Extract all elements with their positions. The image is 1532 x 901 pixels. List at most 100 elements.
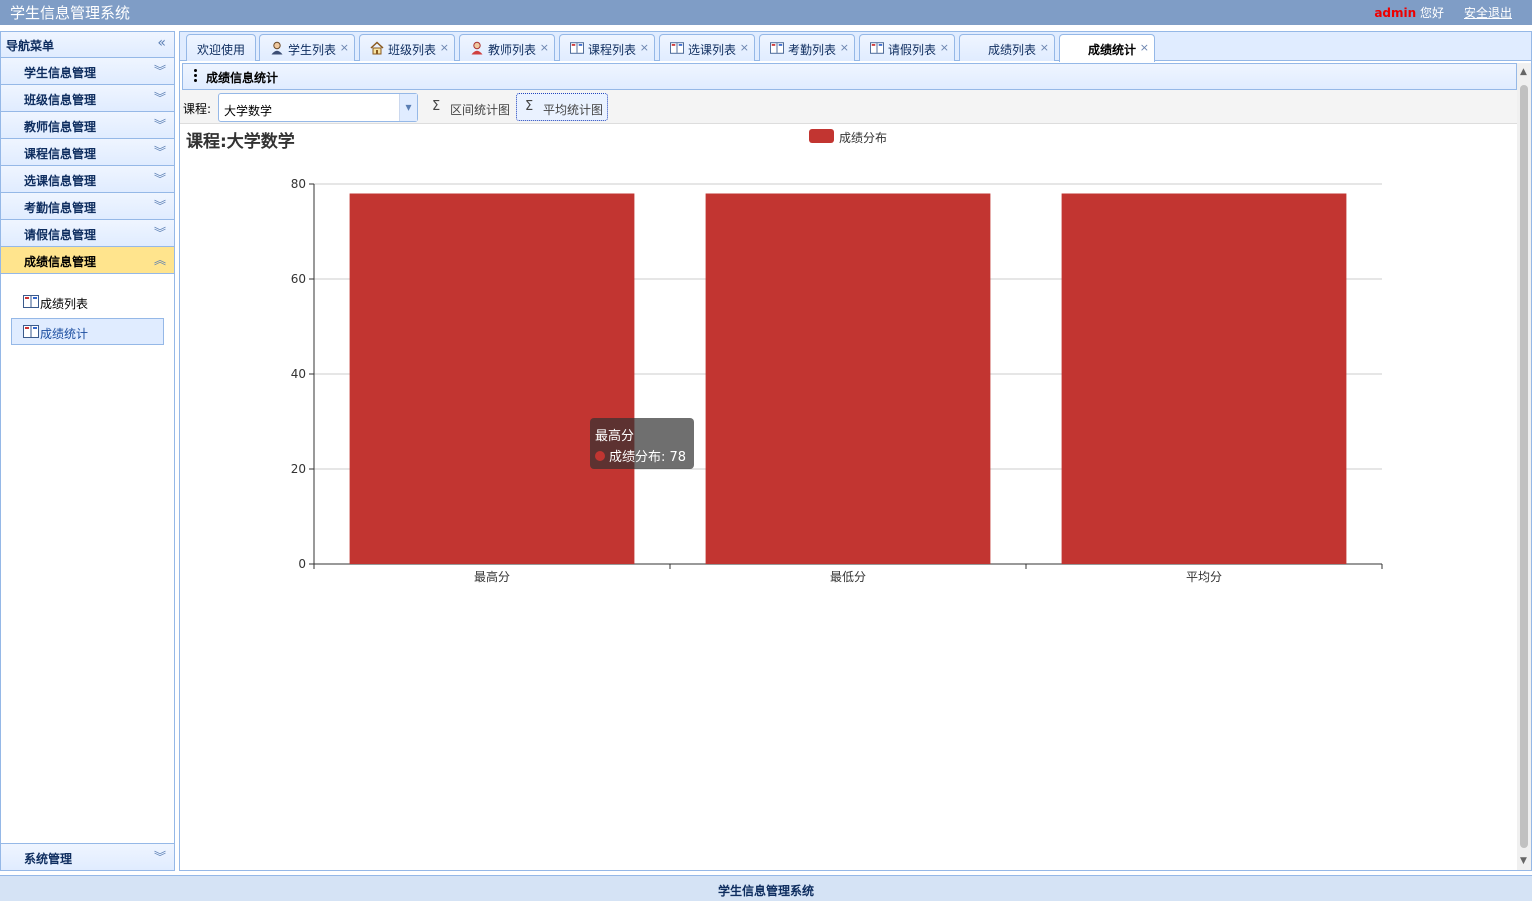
tab-label: 成绩列表 bbox=[988, 43, 1037, 57]
tab-welcome[interactable]: 欢迎使用 bbox=[186, 34, 256, 61]
close-icon[interactable]: × bbox=[1140, 41, 1149, 54]
scroll-up-icon[interactable]: ▲ bbox=[1520, 67, 1527, 77]
chart-area: 0 20 40 60 80 最高分 最低分 平均分 课程:大学数学 成绩分布 最高分 成绩分布… bbox=[180, 124, 1517, 870]
sidebar-group-selection[interactable]: 选课信息管理 ︾ bbox=[1, 166, 174, 193]
tab-label: 班级列表 bbox=[388, 43, 437, 57]
book-icon bbox=[770, 42, 784, 54]
sidebar-group-system[interactable]: 系统管理 ︾ bbox=[1, 843, 174, 870]
tab-score-stats[interactable]: 成绩统计 × bbox=[1059, 34, 1155, 62]
tab-leaves[interactable]: 请假列表 × bbox=[859, 34, 955, 61]
close-icon[interactable]: × bbox=[340, 41, 349, 54]
course-label: 课程: bbox=[183, 102, 212, 116]
tab-courses[interactable]: 课程列表 × bbox=[559, 34, 655, 61]
tab-score-list[interactable]: 成绩列表 × bbox=[959, 34, 1055, 61]
app-title: 学生信息管理系统 bbox=[10, 4, 131, 22]
close-icon[interactable]: × bbox=[1040, 41, 1049, 54]
chevron-down-icon: ︾ bbox=[153, 226, 166, 240]
greeting-text: 您好 bbox=[1416, 6, 1444, 20]
sidebar-item-score-list[interactable]: 成绩列表 bbox=[11, 288, 164, 315]
tab-label: 考勤列表 bbox=[788, 43, 837, 57]
y-tick-label: 20 bbox=[291, 462, 306, 476]
close-icon[interactable]: × bbox=[640, 41, 649, 54]
sigma-icon: Σ bbox=[432, 99, 441, 114]
range-chart-button[interactable]: Σ 区间统计图 bbox=[423, 93, 513, 121]
tab-label: 欢迎使用 bbox=[197, 43, 246, 57]
x-tick-label: 平均分 bbox=[1186, 570, 1222, 584]
tab-label: 课程列表 bbox=[588, 43, 637, 57]
tab-strip: 欢迎使用 学生列表 × 班级列表 × 教师列表 × 课程列表 × 选课列表 × 考勤列表 ×… bbox=[180, 32, 1531, 62]
toolbar: 课程: 大学数学 ▾ Σ 区间统计图 Σ 平均统计图 bbox=[180, 90, 1517, 124]
sidebar-group-label: 课程信息管理 bbox=[24, 147, 97, 161]
tab-label: 选课列表 bbox=[688, 43, 737, 57]
chevron-down-icon[interactable]: ▾ bbox=[399, 94, 417, 121]
sidebar-item-score-stats[interactable]: 成绩统计 bbox=[11, 318, 164, 345]
footer-text: 学生信息管理系统 bbox=[717, 884, 814, 898]
sidebar-group-class[interactable]: 班级信息管理 ︾ bbox=[1, 85, 174, 112]
chevron-down-icon: ︾ bbox=[153, 145, 166, 159]
tab-selections[interactable]: 选课列表 × bbox=[659, 34, 755, 61]
vertical-scrollbar[interactable]: ▲ ▼ bbox=[1517, 63, 1531, 870]
chevron-down-icon: ︾ bbox=[153, 64, 166, 78]
bar bbox=[1061, 193, 1347, 564]
sidebar-item-label: 成绩统计 bbox=[40, 327, 89, 341]
sidebar-group-teacher[interactable]: 教师信息管理 ︾ bbox=[1, 112, 174, 139]
book-icon bbox=[870, 42, 884, 54]
close-icon[interactable]: × bbox=[740, 41, 749, 54]
sidebar: 导航菜单 « 学生信息管理 ︾ 班级信息管理 ︾ 教师信息管理 ︾ 课程信息管理 ︾ 选… bbox=[0, 31, 175, 871]
range-chart-label: 区间统计图 bbox=[450, 103, 511, 117]
chevron-down-icon: ︾ bbox=[153, 850, 166, 864]
y-tick-label: 0 bbox=[298, 557, 306, 571]
book-icon bbox=[23, 295, 39, 308]
chevron-down-icon: ︾ bbox=[153, 199, 166, 213]
tab-teachers[interactable]: 教师列表 × bbox=[459, 34, 555, 61]
panel-title-bar: 成绩信息统计 bbox=[182, 63, 1517, 90]
main-panel: 欢迎使用 学生列表 × 班级列表 × 教师列表 × 课程列表 × 选课列表 × 考勤列表 ×… bbox=[179, 31, 1532, 871]
close-icon[interactable]: × bbox=[540, 41, 549, 54]
course-select-value: 大学数学 bbox=[224, 104, 273, 118]
book-icon bbox=[670, 42, 684, 54]
tooltip-value: 成绩分布: 78 bbox=[609, 450, 687, 465]
course-select[interactable]: 大学数学 ▾ bbox=[218, 93, 418, 122]
house-icon bbox=[370, 41, 384, 55]
sidebar-header: 导航菜单 « bbox=[1, 32, 174, 58]
user-icon bbox=[471, 41, 483, 55]
sidebar-group-label: 成绩信息管理 bbox=[24, 255, 97, 269]
bar bbox=[349, 193, 635, 564]
close-icon[interactable]: × bbox=[840, 41, 849, 54]
sidebar-group-score[interactable]: 成绩信息管理 ︽ bbox=[1, 247, 174, 274]
sidebar-group-course[interactable]: 课程信息管理 ︾ bbox=[1, 139, 174, 166]
sidebar-group-attendance[interactable]: 考勤信息管理 ︾ bbox=[1, 193, 174, 220]
sidebar-group-label: 学生信息管理 bbox=[24, 66, 97, 80]
panel-title: 成绩信息统计 bbox=[206, 71, 279, 85]
menu-dots-icon bbox=[194, 69, 198, 85]
close-icon[interactable]: × bbox=[440, 41, 449, 54]
logout-link[interactable]: 安全退出 bbox=[1464, 4, 1512, 21]
sidebar-group-leave[interactable]: 请假信息管理 ︾ bbox=[1, 220, 174, 247]
tab-students[interactable]: 学生列表 × bbox=[259, 34, 355, 61]
chevron-down-icon: ︾ bbox=[153, 172, 166, 186]
sidebar-group-label: 班级信息管理 bbox=[24, 93, 97, 107]
tab-classes[interactable]: 班级列表 × bbox=[359, 34, 455, 61]
legend-swatch bbox=[809, 129, 834, 143]
scrollbar-thumb[interactable] bbox=[1520, 85, 1528, 848]
close-icon[interactable]: × bbox=[940, 41, 949, 54]
book-icon bbox=[23, 325, 39, 338]
y-tick-label: 80 bbox=[291, 177, 306, 191]
chart-tooltip: 最高分 成绩分布: 78 bbox=[590, 418, 694, 469]
average-chart-label: 平均统计图 bbox=[543, 103, 604, 117]
tab-attendance[interactable]: 考勤列表 × bbox=[759, 34, 855, 61]
x-tick-label: 最高分 bbox=[474, 569, 510, 584]
tooltip-marker bbox=[595, 451, 605, 461]
bar-chart: 020406080最高分 最低分 平均分 bbox=[291, 177, 1383, 584]
y-tick-label: 60 bbox=[291, 272, 306, 286]
username: admin bbox=[1374, 6, 1417, 20]
scroll-down-icon[interactable]: ▼ bbox=[1520, 856, 1527, 866]
sidebar-item-label: 成绩列表 bbox=[40, 297, 89, 311]
collapse-left-icon[interactable]: « bbox=[157, 35, 166, 51]
sidebar-group-label: 考勤信息管理 bbox=[24, 201, 97, 215]
user-greeting: admin 您好 bbox=[1374, 4, 1444, 21]
average-chart-button[interactable]: Σ 平均统计图 bbox=[516, 93, 608, 121]
tab-label: 学生列表 bbox=[288, 43, 337, 57]
bar bbox=[705, 193, 991, 564]
sidebar-group-student[interactable]: 学生信息管理 ︾ bbox=[1, 58, 174, 85]
